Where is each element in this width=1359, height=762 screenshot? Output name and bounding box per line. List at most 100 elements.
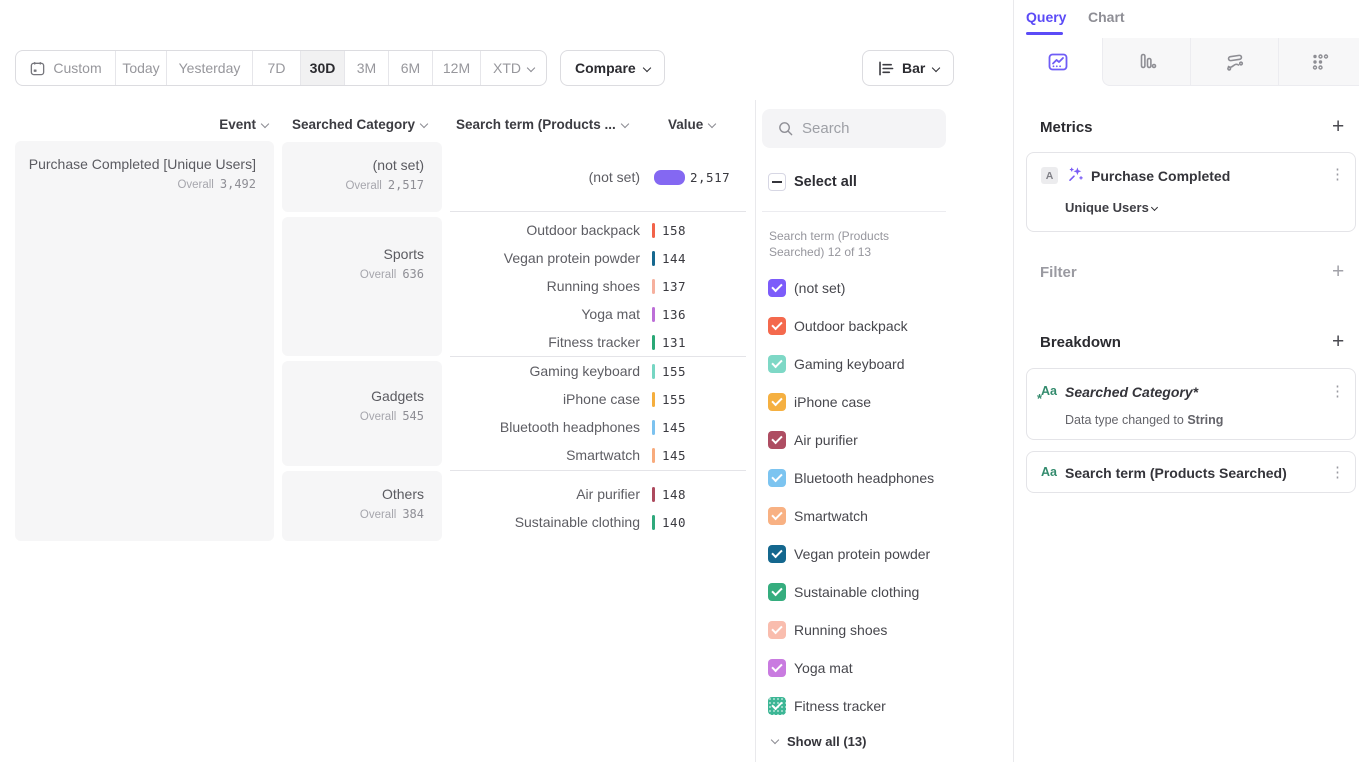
filter-checkbox[interactable] bbox=[768, 469, 786, 487]
table-row[interactable]: Sustainable clothing140 bbox=[450, 508, 746, 536]
filter-checkbox[interactable] bbox=[768, 507, 786, 525]
table-row[interactable]: Fitness tracker131 bbox=[450, 328, 746, 356]
compare-button[interactable]: Compare bbox=[560, 50, 665, 86]
metric-card[interactable]: A Purchase Completed ⋮ Unique Users bbox=[1026, 152, 1356, 232]
filter-list-label: Search term (Products Searched) 12 of 13 bbox=[769, 228, 939, 260]
date-range-custom[interactable]: Custom bbox=[16, 51, 116, 85]
metric-menu-button[interactable]: ⋮ bbox=[1330, 167, 1345, 183]
value-bar bbox=[652, 335, 655, 350]
metric-name: Purchase Completed bbox=[1091, 168, 1230, 184]
date-range-control: Custom Today Yesterday 7D 30D 3M 6M 12M … bbox=[15, 50, 547, 86]
table-row[interactable]: Bluetooth headphones145 bbox=[450, 413, 746, 441]
filter-item-label[interactable]: Sustainable clothing bbox=[794, 583, 919, 602]
filter-item-label[interactable]: Air purifier bbox=[794, 431, 858, 450]
select-all-label[interactable]: Select all bbox=[794, 173, 857, 192]
filter-item-label[interactable]: Gaming keyboard bbox=[794, 355, 905, 374]
date-range-today[interactable]: Today bbox=[116, 51, 167, 85]
category-cell-not-set[interactable]: (not set) Overall2,517 bbox=[282, 142, 442, 212]
table-row[interactable]: (not set) 2,517 bbox=[450, 163, 746, 191]
add-filter-button[interactable]: + bbox=[1332, 262, 1344, 282]
category-cell-others[interactable]: Others Overall384 bbox=[282, 471, 442, 541]
show-all-button[interactable]: Show all (13) bbox=[772, 733, 866, 751]
add-metric-button[interactable]: + bbox=[1332, 117, 1344, 137]
select-all-checkbox[interactable] bbox=[768, 173, 786, 191]
table-row[interactable]: Air purifier148 bbox=[450, 480, 746, 508]
date-range-7d[interactable]: 7D bbox=[253, 51, 301, 85]
date-range-30d[interactable]: 30D bbox=[301, 51, 345, 85]
event-name: Purchase Completed [Unique Users] bbox=[15, 155, 256, 173]
value-bar bbox=[652, 487, 655, 502]
filter-heading: Filter bbox=[1040, 264, 1077, 281]
filter-item-label[interactable]: Yoga mat bbox=[794, 659, 853, 678]
filter-item-label[interactable]: iPhone case bbox=[794, 393, 871, 412]
filter-item-label[interactable]: (not set) bbox=[794, 279, 845, 298]
table-row[interactable]: Outdoor backpack158 bbox=[450, 216, 746, 244]
column-header-value[interactable]: Value bbox=[668, 117, 715, 132]
filter-item-label[interactable]: Running shoes bbox=[794, 621, 887, 640]
table-row[interactable]: Running shoes137 bbox=[450, 272, 746, 300]
retention-icon bbox=[1308, 50, 1332, 74]
filter-panel: Select all Search term (Products Searche… bbox=[755, 0, 1013, 762]
filter-item-label[interactable]: Smartwatch bbox=[794, 507, 868, 526]
column-header-event[interactable]: Event bbox=[150, 117, 268, 132]
add-breakdown-button[interactable]: + bbox=[1332, 332, 1344, 352]
filter-checkbox[interactable] bbox=[768, 697, 786, 715]
date-range-custom-label: Custom bbox=[53, 60, 101, 76]
divider bbox=[450, 470, 746, 471]
string-property-icon: *Aa bbox=[1041, 384, 1057, 398]
table-row[interactable]: iPhone case155 bbox=[450, 385, 746, 413]
filter-item-label[interactable]: Bluetooth headphones bbox=[794, 469, 934, 488]
filter-checkbox[interactable] bbox=[768, 659, 786, 677]
table-row[interactable]: Yoga mat136 bbox=[450, 300, 746, 328]
filter-checkbox[interactable] bbox=[768, 431, 786, 449]
tab-chart[interactable]: Chart bbox=[1088, 9, 1125, 25]
breakdown-card[interactable]: *Aa Searched Category* ⋮ Data type chang… bbox=[1026, 368, 1356, 440]
filter-checkbox[interactable] bbox=[768, 355, 786, 373]
viz-tab-flows[interactable] bbox=[1190, 38, 1278, 86]
divider bbox=[762, 211, 946, 212]
tab-query[interactable]: Query bbox=[1026, 9, 1066, 25]
breakdown-name: Searched Category* bbox=[1065, 384, 1198, 400]
viz-tab-bar bbox=[1014, 38, 1359, 86]
chevron-down-icon bbox=[621, 120, 629, 128]
date-range-3m[interactable]: 3M bbox=[345, 51, 389, 85]
table-row[interactable]: Vegan protein powder144 bbox=[450, 244, 746, 272]
viz-tab-insights[interactable] bbox=[1014, 38, 1102, 86]
date-range-xtd[interactable]: XTD bbox=[481, 51, 546, 85]
filter-checkbox[interactable] bbox=[768, 393, 786, 411]
insights-icon bbox=[1046, 50, 1070, 74]
table-row[interactable]: Gaming keyboard155 bbox=[450, 357, 746, 385]
counting-method-dropdown[interactable]: Unique Users bbox=[1065, 200, 1157, 215]
filter-checkbox[interactable] bbox=[768, 279, 786, 297]
funnels-icon bbox=[1135, 50, 1159, 74]
breakdown-name: Search term (Products Searched) bbox=[1065, 465, 1287, 481]
date-range-6m[interactable]: 6M bbox=[389, 51, 433, 85]
overall-value: 3,492 bbox=[220, 177, 256, 191]
table-row[interactable]: Smartwatch145 bbox=[450, 441, 746, 469]
active-tab-underline bbox=[1026, 32, 1063, 35]
calendar-icon bbox=[29, 60, 46, 77]
column-header-category[interactable]: Searched Category bbox=[292, 117, 427, 132]
breakdown-menu-button[interactable]: ⋮ bbox=[1330, 384, 1345, 400]
search-input[interactable] bbox=[802, 109, 940, 148]
filter-item-label[interactable]: Outdoor backpack bbox=[794, 317, 908, 336]
filter-checkbox[interactable] bbox=[768, 583, 786, 601]
value-bar bbox=[652, 251, 655, 266]
breakdown-menu-button[interactable]: ⋮ bbox=[1330, 465, 1345, 481]
date-range-12m[interactable]: 12M bbox=[433, 51, 481, 85]
filter-checkbox[interactable] bbox=[768, 317, 786, 335]
column-header-search-term[interactable]: Search term (Products ... bbox=[456, 117, 628, 132]
category-cell-sports[interactable]: Sports Overall636 bbox=[282, 217, 442, 356]
viz-tab-funnels[interactable] bbox=[1102, 38, 1190, 86]
breakdown-card[interactable]: Aa Search term (Products Searched) ⋮ bbox=[1026, 451, 1356, 493]
filter-item-label[interactable]: Vegan protein powder bbox=[794, 545, 930, 564]
filter-checkbox[interactable] bbox=[768, 545, 786, 563]
filter-checkbox[interactable] bbox=[768, 621, 786, 639]
app-root: Custom Today Yesterday 7D 30D 3M 6M 12M … bbox=[0, 0, 1359, 762]
date-range-yesterday[interactable]: Yesterday bbox=[167, 51, 253, 85]
viz-tab-retention[interactable] bbox=[1278, 38, 1359, 86]
filter-item-label[interactable]: Fitness tracker bbox=[794, 697, 886, 716]
chevron-down-icon bbox=[1151, 204, 1158, 211]
event-cell[interactable]: Purchase Completed [Unique Users] Overal… bbox=[15, 141, 274, 541]
category-cell-gadgets[interactable]: Gadgets Overall545 bbox=[282, 361, 442, 466]
